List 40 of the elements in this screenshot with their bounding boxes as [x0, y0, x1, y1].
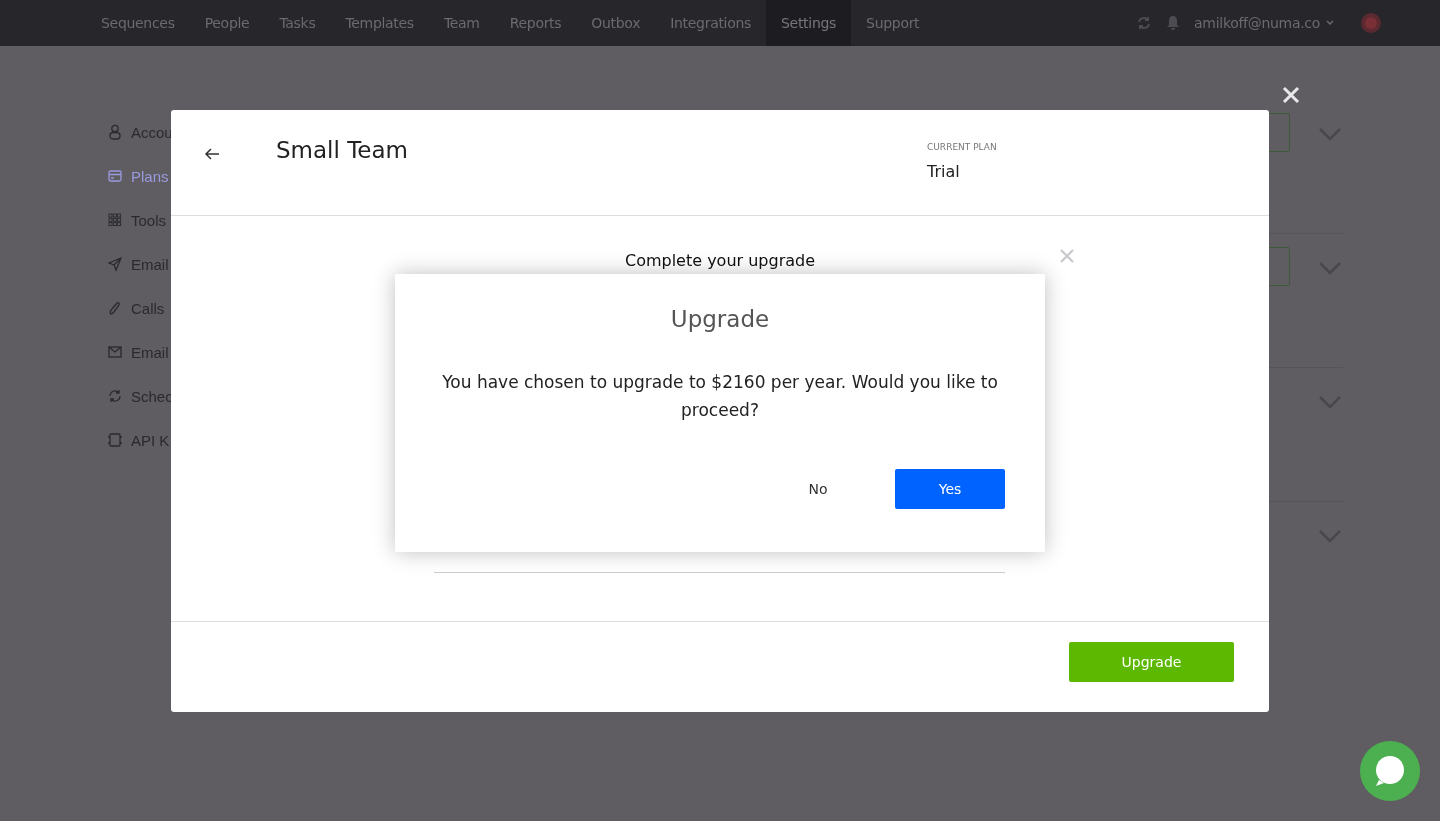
chevron-down-icon[interactable] — [1318, 395, 1342, 409]
nav-tab[interactable]: Sequences — [86, 0, 190, 46]
chevron-down-icon[interactable] — [1318, 529, 1342, 543]
current-plan-value: Trial — [927, 162, 961, 181]
current-plan-label: CURRENT PLAN — [927, 142, 997, 152]
menu-item-icon — [108, 168, 122, 184]
menu-item-icon — [108, 432, 122, 448]
menu-item-icon — [108, 344, 122, 360]
avatar-icon[interactable] — [1360, 12, 1382, 34]
dialog-message: You have chosen to upgrade to $2160 per year. Would you like to proceed? — [441, 371, 999, 422]
menu-item-icon — [108, 124, 122, 140]
plan-title: Small Team — [276, 137, 409, 163]
back-arrow-icon[interactable] — [204, 147, 220, 161]
menu-item-icon — [108, 388, 122, 404]
upgrade-button[interactable]: Upgrade — [1069, 642, 1234, 682]
refresh-icon[interactable] — [1136, 15, 1153, 31]
caret-icon — [1326, 20, 1334, 26]
close-icon[interactable] — [1282, 86, 1300, 104]
nav-tab[interactable]: Team — [428, 0, 495, 46]
nav-tab[interactable]: Outbox — [576, 0, 656, 46]
menu-item-icon — [108, 300, 122, 316]
nav-tab[interactable]: Integrations — [655, 0, 767, 46]
nav-tab[interactable]: Tasks — [264, 0, 331, 46]
chat-button[interactable] — [1360, 741, 1420, 801]
sidebar-item[interactable]: Plans — [108, 166, 173, 186]
nav-tab[interactable]: People — [189, 0, 265, 46]
nav-tab[interactable]: Support — [851, 0, 935, 46]
menu-item-icon — [108, 212, 122, 228]
menu-item-icon — [108, 256, 122, 272]
chevron-down-icon[interactable] — [1318, 127, 1342, 141]
bell-icon[interactable] — [1166, 15, 1181, 31]
chevron-down-icon[interactable] — [1318, 261, 1342, 275]
nav-tab[interactable]: Reports — [494, 0, 577, 46]
section-title: Complete your upgrade — [624, 251, 816, 270]
dialog-title: Upgrade — [670, 306, 770, 332]
nav-tab[interactable]: Settings — [766, 0, 852, 46]
user-menu[interactable]: amilkoff@numa.co — [1194, 15, 1334, 31]
yes-button[interactable]: Yes — [895, 469, 1005, 509]
chat-bubble-icon — [1373, 754, 1407, 788]
nav-tab[interactable]: Templates — [330, 0, 429, 46]
